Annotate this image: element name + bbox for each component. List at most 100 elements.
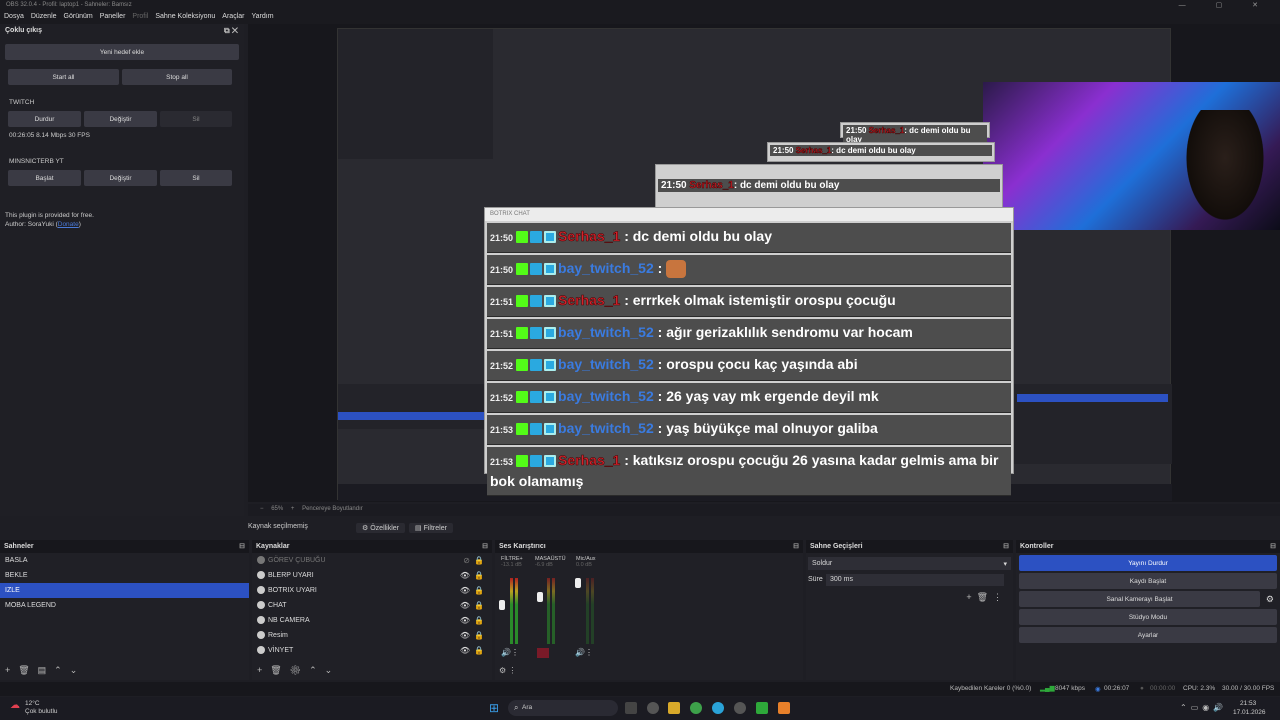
kick-icon[interactable] (756, 702, 768, 714)
scene-item[interactable]: BEKLE (0, 568, 249, 583)
eye-icon[interactable]: 👁 (460, 571, 470, 580)
chrome-icon[interactable] (690, 702, 702, 714)
chat-username[interactable]: Serhas_1 (558, 292, 621, 309)
menu-scene-collection[interactable]: Sahne Koleksiyonu (155, 13, 215, 22)
menu-help[interactable]: Yardım (251, 13, 273, 22)
chat-username[interactable]: bay_twitch_52 (558, 324, 654, 340)
taskbar-search[interactable]: Ara (508, 700, 618, 716)
stop-all-button[interactable]: Stop all (122, 69, 232, 85)
lock-icon[interactable]: 🔒 (474, 631, 484, 640)
moderator-badge-icon (530, 455, 543, 468)
chat-username[interactable]: Serhas_1 (558, 452, 621, 469)
app-icon[interactable] (778, 702, 790, 714)
dock-menu-icon[interactable]: ⊟ (239, 542, 245, 550)
eye-icon[interactable]: 👁 (460, 601, 470, 610)
dock-menu-icon[interactable]: ⊟ (793, 542, 799, 550)
chat-echo-3: 21:50 Serhas_1: dc demi oldu bu olay (840, 122, 990, 145)
start-all-button[interactable]: Start all (8, 69, 119, 85)
twitch-stop-button[interactable]: Durdur (8, 111, 81, 127)
zoom-level[interactable]: 65% (271, 506, 283, 512)
chat-username[interactable]: Serhas_1 (558, 228, 621, 245)
window-controls[interactable]: — ▢ ✕ (1179, 1, 1272, 9)
scene-item[interactable]: BASLA (0, 553, 249, 568)
settings-button[interactable]: Ayarlar (1019, 627, 1277, 643)
virtual-camera-settings-icon[interactable]: ⚙ (1266, 594, 1274, 605)
lock-icon[interactable]: 🔒 (474, 616, 484, 625)
mixer-settings-icon[interactable]: ⚙ ⋮ (499, 666, 516, 675)
eye-icon[interactable]: 👁 (460, 586, 470, 595)
source-item[interactable]: VİNYET 👁 🔒 (252, 643, 492, 658)
start-record-button[interactable]: Kaydı Başlat (1019, 573, 1277, 589)
fit-to-window[interactable]: Pencereye Boyutlandır (302, 506, 363, 512)
dock-float-close-icon[interactable]: ⧉ ✕ (224, 26, 238, 36)
new-target-button[interactable]: Yeni hedef ekle (5, 44, 239, 60)
file-explorer-icon[interactable] (668, 702, 680, 714)
donate-link[interactable]: Donate (58, 221, 79, 228)
source-item[interactable]: Resim 👁 🔒 (252, 628, 492, 643)
menu-tools[interactable]: Araçlar (222, 13, 244, 22)
volume-slider-fx[interactable] (499, 600, 505, 610)
streamer-silhouette (1180, 110, 1270, 230)
telegram-icon[interactable] (712, 702, 724, 714)
source-item[interactable]: BLERP UYARI 👁 🔒 (252, 568, 492, 583)
properties-button[interactable]: ⚙ Özellikler (356, 523, 406, 533)
chat-username[interactable]: bay_twitch_52 (558, 260, 654, 276)
chat-username[interactable]: bay_twitch_52 (558, 388, 654, 404)
lock-icon[interactable]: 🔒 (474, 646, 484, 655)
dock-menu-icon[interactable]: ⊟ (1270, 542, 1276, 550)
menu-edit[interactable]: Düzenle (31, 13, 57, 22)
youtube-delete-button[interactable]: Sil (160, 170, 232, 186)
transition-select[interactable]: Soldur ▾ (808, 557, 1011, 570)
gear-icon: ⚙ (362, 525, 369, 532)
eye-icon[interactable]: 👁 (460, 646, 470, 655)
dock-menu-icon[interactable]: ⊟ (1003, 542, 1009, 550)
settings-icon[interactable] (647, 702, 659, 714)
visibility-off-icon[interactable]: ⊘ (463, 556, 470, 565)
zoom-minus-icon[interactable]: − (260, 506, 264, 512)
source-item[interactable]: NB CAMERA 👁 🔒 (252, 613, 492, 628)
speaker-icon[interactable]: 🔊⋮ (501, 648, 519, 657)
stop-stream-button[interactable]: Yayını Durdur (1019, 555, 1277, 571)
muted-speaker-icon[interactable] (537, 648, 549, 658)
lock-icon[interactable]: 🔒 (474, 601, 484, 610)
menu-view[interactable]: Görünüm (64, 13, 93, 22)
chat-echo-user: Serhas_1 (868, 126, 905, 136)
windows-start-icon[interactable]: ⊞ (489, 701, 499, 715)
speaker-icon[interactable]: 🔊⋮ (575, 648, 593, 657)
youtube-edit-button[interactable]: Değiştir (84, 170, 157, 186)
dock-menu-icon[interactable]: ⊟ (482, 542, 488, 550)
youtube-start-button[interactable]: Başlat (8, 170, 81, 186)
volume-slider-desktop[interactable] (537, 592, 543, 602)
sources-panel: Kaynaklar ⊟ GÖREV ÇUBUĞU ⊘ 🔒 BLERP UYARI 👁 🔒 … (252, 540, 492, 680)
obs-icon[interactable] (734, 702, 746, 714)
filters-button[interactable]: ▤ Filtreler (409, 523, 453, 533)
scene-item-selected[interactable]: IZLE (0, 583, 249, 598)
scene-item[interactable]: MOBA LEGEND (0, 598, 249, 613)
menu-docks[interactable]: Paneller (100, 13, 126, 22)
transition-add-remove-icons[interactable]: +🗑⋮ (966, 592, 1007, 603)
source-item[interactable]: CHAT 👁 🔒 (252, 598, 492, 613)
twitch-edit-button[interactable]: Değiştir (84, 111, 157, 127)
sources-footer-icons[interactable]: +🗑⚙⌃⌄ (257, 665, 340, 676)
eye-icon[interactable]: 👁 (460, 631, 470, 640)
twitch-delete-button[interactable]: Sil (160, 111, 232, 127)
lock-icon[interactable]: 🔒 (474, 571, 484, 580)
lock-icon[interactable]: 🔒 (474, 586, 484, 595)
source-item[interactable]: GÖREV ÇUBUĞU ⊘ 🔒 (252, 553, 492, 568)
duration-input[interactable]: 300 ms (826, 574, 1004, 586)
scenes-footer-icons[interactable]: +🗑▤⌃⌄ (5, 665, 85, 676)
eye-icon[interactable]: 👁 (460, 616, 470, 625)
zoom-plus-icon[interactable]: + (291, 506, 295, 512)
menu-profile[interactable]: Profil (132, 13, 148, 22)
system-tray-icons[interactable]: ⌃▭◉🔊 (1180, 703, 1227, 712)
chat-username[interactable]: bay_twitch_52 (558, 420, 654, 436)
chat-username[interactable]: bay_twitch_52 (558, 356, 654, 372)
chat-echo-user: Serhas_1 (795, 146, 832, 156)
volume-slider-mic[interactable] (575, 578, 581, 588)
menu-file[interactable]: Dosya (4, 13, 24, 22)
lock-icon[interactable]: 🔒 (474, 556, 484, 565)
virtual-camera-button[interactable]: Sanal Kamerayı Başlat (1019, 591, 1260, 607)
source-item[interactable]: BOTRIX UYARI 👁 🔒 (252, 583, 492, 598)
studio-mode-button[interactable]: Stüdyo Modu (1019, 609, 1277, 625)
task-view-icon[interactable] (625, 702, 637, 714)
